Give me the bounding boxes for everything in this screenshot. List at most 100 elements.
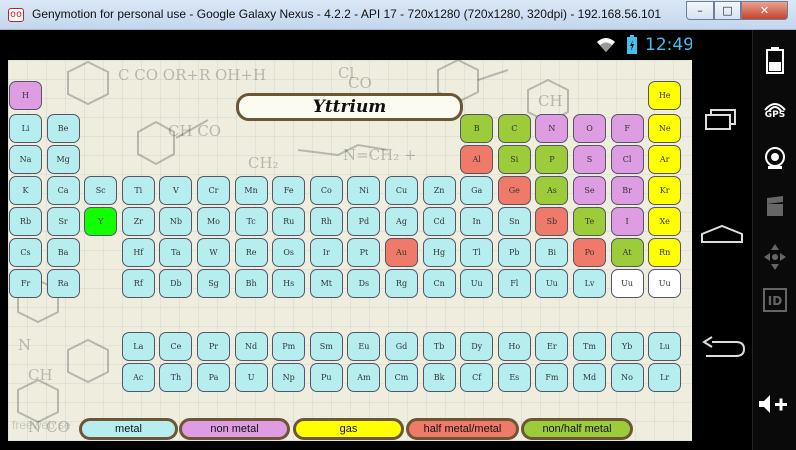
element-cell[interactable]: Cl — [610, 145, 644, 174]
element-cell[interactable]: Tl — [460, 238, 494, 267]
element-cell[interactable]: Ac — [121, 363, 155, 392]
element-cell[interactable]: Mn — [234, 176, 268, 205]
volume-up-icon[interactable] — [753, 392, 796, 416]
element-cell[interactable]: Cr — [197, 176, 230, 205]
element-cell[interactable]: U — [234, 363, 268, 392]
element-cell[interactable]: Np — [272, 363, 306, 392]
element-cell[interactable]: In — [460, 207, 494, 236]
element-cell[interactable]: Ag — [385, 207, 418, 236]
element-cell[interactable]: Pb — [497, 238, 531, 267]
element-cell[interactable]: Ce — [159, 332, 193, 361]
element-cell[interactable]: Ta — [159, 238, 193, 267]
element-cell[interactable]: Na — [9, 145, 42, 174]
back-icon[interactable] — [692, 336, 752, 360]
element-cell[interactable]: Lu — [648, 332, 682, 361]
element-cell[interactable]: Au — [385, 238, 418, 267]
element-cell[interactable]: S — [573, 145, 606, 174]
element-cell[interactable]: Al — [460, 145, 494, 174]
element-cell[interactable]: Mo — [197, 207, 230, 236]
camera-icon[interactable] — [753, 146, 796, 170]
element-cell[interactable]: Sg — [197, 269, 230, 298]
element-cell[interactable]: Fm — [535, 363, 569, 392]
element-cell[interactable]: I — [610, 207, 644, 236]
element-cell[interactable]: Cd — [422, 207, 456, 236]
element-cell[interactable]: Ca — [46, 176, 80, 205]
element-cell[interactable]: Tc — [234, 207, 268, 236]
element-cell[interactable]: Sr — [46, 207, 80, 236]
recent-apps-icon[interactable] — [692, 108, 752, 132]
element-cell[interactable]: Ga — [460, 176, 494, 205]
element-cell[interactable]: Ba — [46, 238, 80, 267]
element-cell[interactable]: Nd — [234, 332, 268, 361]
element-cell[interactable]: Zn — [422, 176, 456, 205]
element-cell[interactable]: Uu — [535, 269, 569, 298]
element-cell[interactable]: Pt — [347, 238, 381, 267]
element-cell[interactable]: Bi — [535, 238, 569, 267]
element-cell[interactable]: Gd — [385, 332, 418, 361]
element-cell[interactable]: Ir — [309, 238, 343, 267]
element-cell[interactable]: Cf — [460, 363, 494, 392]
minimize-button[interactable]: – — [686, 1, 714, 20]
element-cell[interactable]: Th — [159, 363, 193, 392]
element-cell[interactable]: Co — [309, 176, 343, 205]
element-cell[interactable]: He — [648, 81, 682, 110]
element-cell[interactable]: C — [497, 114, 531, 143]
clapper-icon[interactable] — [753, 196, 796, 218]
element-cell[interactable]: Po — [573, 238, 606, 267]
element-cell[interactable]: Am — [347, 363, 381, 392]
element-cell[interactable]: Uu — [460, 269, 494, 298]
element-cell[interactable]: Fl — [497, 269, 531, 298]
element-cell[interactable]: Mg — [46, 145, 80, 174]
element-cell[interactable]: K — [9, 176, 42, 205]
element-cell[interactable]: Ds — [347, 269, 381, 298]
element-cell[interactable]: At — [610, 238, 644, 267]
maximize-button[interactable]: □ — [714, 1, 741, 20]
element-cell[interactable]: Fr — [9, 269, 42, 298]
element-cell[interactable]: Dy — [460, 332, 494, 361]
element-cell[interactable]: F — [610, 114, 644, 143]
element-cell[interactable]: Lr — [648, 363, 682, 392]
element-cell[interactable]: Sb — [535, 207, 569, 236]
element-cell[interactable]: V — [159, 176, 193, 205]
element-cell[interactable]: Uu — [610, 269, 644, 298]
element-cell[interactable]: Cu — [385, 176, 418, 205]
element-cell[interactable]: B — [460, 114, 494, 143]
element-cell[interactable]: Sm — [309, 332, 343, 361]
element-cell[interactable]: Pd — [347, 207, 381, 236]
element-cell[interactable]: Ge — [497, 176, 531, 205]
element-cell[interactable]: Uu — [648, 269, 682, 298]
element-cell[interactable]: Te — [573, 207, 606, 236]
element-cell[interactable]: P — [535, 145, 569, 174]
element-cell[interactable]: Xe — [648, 207, 682, 236]
element-cell[interactable]: Os — [272, 238, 306, 267]
element-cell[interactable]: Nb — [159, 207, 193, 236]
element-cell[interactable]: Rg — [385, 269, 418, 298]
element-cell[interactable]: La — [121, 332, 155, 361]
element-cell[interactable]: Ru — [272, 207, 306, 236]
element-cell[interactable]: Li — [9, 114, 42, 143]
element-cell[interactable]: Re — [234, 238, 268, 267]
element-cell[interactable]: Pa — [197, 363, 230, 392]
element-cell[interactable]: No — [610, 363, 644, 392]
element-cell[interactable]: Si — [497, 145, 531, 174]
element-cell[interactable]: Er — [535, 332, 569, 361]
element-cell[interactable]: Y — [84, 207, 118, 236]
element-cell[interactable]: Rh — [309, 207, 343, 236]
element-cell[interactable]: Lv — [573, 269, 606, 298]
element-cell[interactable]: Hg — [422, 238, 456, 267]
element-cell[interactable]: Fe — [272, 176, 306, 205]
element-cell[interactable]: Db — [159, 269, 193, 298]
element-cell[interactable]: Pr — [197, 332, 230, 361]
element-cell[interactable]: Pm — [272, 332, 306, 361]
element-cell[interactable]: Bh — [234, 269, 268, 298]
element-cell[interactable]: Cs — [9, 238, 42, 267]
home-icon[interactable] — [692, 222, 752, 246]
dpad-icon[interactable] — [753, 242, 796, 272]
element-cell[interactable]: Yb — [610, 332, 644, 361]
element-cell[interactable]: W — [197, 238, 230, 267]
element-cell[interactable]: Kr — [648, 176, 682, 205]
element-cell[interactable]: Br — [610, 176, 644, 205]
element-cell[interactable]: Ni — [347, 176, 381, 205]
element-cell[interactable]: Pu — [309, 363, 343, 392]
element-cell[interactable]: Rf — [121, 269, 155, 298]
